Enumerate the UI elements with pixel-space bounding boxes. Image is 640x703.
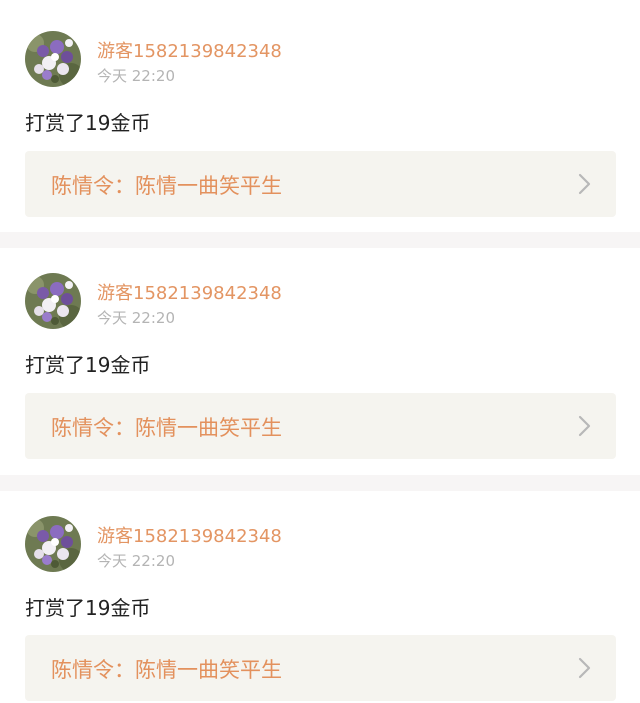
- book-title: 陈情令：陈情一曲笑平生: [51, 658, 282, 682]
- book-link[interactable]: 陈情令：陈情一曲笑平生: [25, 151, 616, 217]
- reward-description: 打赏了19金币: [25, 111, 151, 135]
- reward-card: 游客1582139842348 今天 22:20 打赏了19金币 陈情令：陈情一…: [0, 0, 640, 232]
- timestamp: 今天 22:20: [97, 67, 175, 85]
- username[interactable]: 游客1582139842348: [97, 279, 282, 305]
- chevron-right-icon: [578, 415, 592, 437]
- book-link[interactable]: 陈情令：陈情一曲笑平生: [25, 393, 616, 459]
- book-title: 陈情令：陈情一曲笑平生: [51, 174, 282, 198]
- chevron-right-icon: [578, 657, 592, 679]
- username[interactable]: 游客1582139842348: [97, 522, 282, 548]
- book-title: 陈情令：陈情一曲笑平生: [51, 416, 282, 440]
- book-link[interactable]: 陈情令：陈情一曲笑平生: [25, 635, 616, 701]
- username[interactable]: 游客1582139842348: [97, 37, 282, 63]
- reward-description: 打赏了19金币: [25, 596, 151, 620]
- reward-description: 打赏了19金币: [25, 353, 151, 377]
- reward-card: 游客1582139842348 今天 22:20 打赏了19金币 陈情令：陈情一…: [0, 491, 640, 703]
- reward-feed: 游客1582139842348 今天 22:20 打赏了19金币 陈情令：陈情一…: [0, 0, 640, 703]
- user-avatar[interactable]: [25, 31, 81, 87]
- chevron-right-icon: [578, 173, 592, 195]
- flower-avatar-icon: [25, 516, 81, 572]
- flower-avatar-icon: [25, 31, 81, 87]
- user-avatar[interactable]: [25, 273, 81, 329]
- flower-avatar-icon: [25, 273, 81, 329]
- timestamp: 今天 22:20: [97, 552, 175, 570]
- reward-card: 游客1582139842348 今天 22:20 打赏了19金币 陈情令：陈情一…: [0, 248, 640, 475]
- timestamp: 今天 22:20: [97, 309, 175, 327]
- user-avatar[interactable]: [25, 516, 81, 572]
